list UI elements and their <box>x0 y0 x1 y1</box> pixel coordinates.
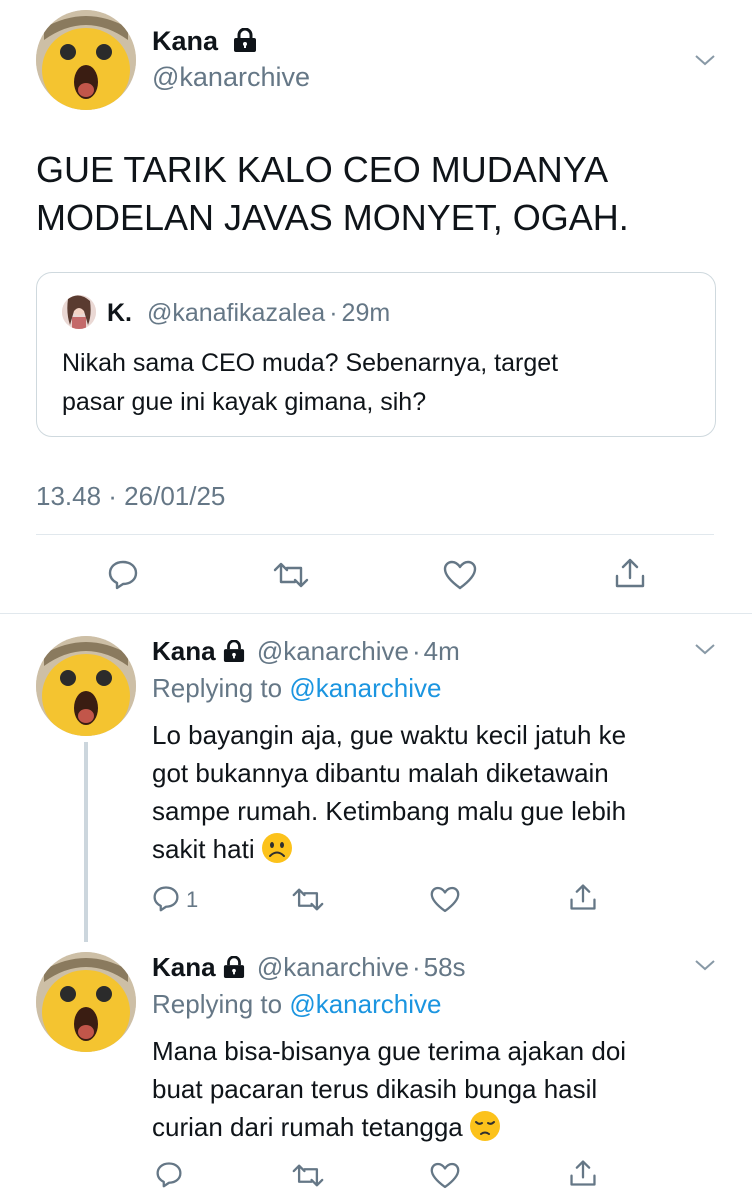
pensive-face-emoji <box>469 1110 501 1152</box>
quote-separator: · <box>329 299 338 327</box>
reply-text-line: Mana bisa-bisanya gue terima ajakan doi <box>152 1036 627 1066</box>
like-icon[interactable] <box>430 886 460 913</box>
author-handle[interactable]: @kanarchive <box>152 62 310 93</box>
reply-text: Mana bisa-bisanya gue terima ajakan doi … <box>152 1032 626 1152</box>
replying-to-prefix: Replying to <box>152 673 290 703</box>
reply-text-line: sampe rumah. Ketimbang malu gue lebih <box>152 796 627 826</box>
quote-text-line: Nikah sama CEO muda? Sebenarnya, target <box>62 349 559 377</box>
author-handle[interactable]: @kanarchive <box>257 636 409 666</box>
author-name[interactable]: Kana <box>152 952 216 982</box>
quote-avatar <box>62 295 96 329</box>
retweet-icon[interactable] <box>292 1162 324 1189</box>
frowning-face-emoji <box>261 832 293 874</box>
share-icon[interactable] <box>568 882 598 912</box>
tweet-text-line: GUE TARIK KALO CEO MUDANYA <box>36 149 609 190</box>
avatar[interactable] <box>36 952 136 1052</box>
author-name[interactable]: Kana <box>152 636 216 666</box>
share-icon[interactable] <box>613 556 647 590</box>
like-icon[interactable] <box>443 560 477 590</box>
chevron-down-icon[interactable] <box>694 53 716 72</box>
chevron-down-icon[interactable] <box>694 642 716 661</box>
separator: · <box>411 636 421 666</box>
share-icon[interactable] <box>568 1158 598 1188</box>
reply-time[interactable]: 58s <box>424 952 466 982</box>
reply-icon[interactable] <box>107 558 139 590</box>
reply-text-last-line: curian dari rumah tetangga <box>152 1108 626 1152</box>
author-handle[interactable]: @kanarchive <box>257 952 409 982</box>
author-name-text: Kana <box>152 26 219 56</box>
reply-text-line: Lo bayangin aja, gue waktu kecil jatuh k… <box>152 720 627 750</box>
reply-text-line: curian dari rumah tetangga <box>152 1112 463 1142</box>
retweet-icon[interactable] <box>273 560 309 590</box>
author-name[interactable]: Kana <box>152 26 258 59</box>
quote-text: Nikah sama CEO muda? Sebenarnya, target … <box>62 344 558 422</box>
lock-icon <box>232 27 258 59</box>
reply-icon[interactable] <box>152 884 180 912</box>
tweet-text-line: MODELAN JAVAS MONYET, OGAH. <box>36 197 629 238</box>
divider <box>36 534 714 535</box>
tweet-timestamp[interactable]: 13.48 · 26/01/25 <box>36 481 225 512</box>
separator: · <box>411 952 421 982</box>
reply-header: Kana @kanarchive · 4m <box>152 636 460 669</box>
retweet-icon[interactable] <box>292 886 324 913</box>
reply-text: Lo bayangin aja, gue waktu kecil jatuh k… <box>152 716 626 874</box>
lock-icon <box>222 954 246 985</box>
replying-to: Replying to @kanarchive <box>152 673 441 704</box>
quote-text-line: pasar gue ini kayak gimana, sih? <box>62 388 427 416</box>
replying-to-link[interactable]: @kanarchive <box>289 673 441 703</box>
reply-text-line: sakit hati <box>152 834 255 864</box>
reply-text-line: got bukannya dibantu malah diketawain <box>152 758 609 788</box>
reply-count: 1 <box>186 887 199 912</box>
avatar[interactable] <box>36 10 136 110</box>
like-icon[interactable] <box>430 1162 460 1189</box>
reply-header: Kana @kanarchive · 58s <box>152 952 466 985</box>
quote-author-name: K. <box>107 299 132 327</box>
avatar[interactable] <box>36 636 136 736</box>
reply-icon[interactable] <box>155 1160 183 1188</box>
reply-text-last-line: sakit hati <box>152 830 626 874</box>
reply-text-line: buat pacaran terus dikasih bunga hasil <box>152 1074 598 1104</box>
reply-time[interactable]: 4m <box>424 636 460 666</box>
tweet-text: GUE TARIK KALO CEO MUDANYA MODELAN JAVAS… <box>36 146 629 242</box>
lock-icon <box>222 638 246 669</box>
replying-to-prefix: Replying to <box>152 989 290 1019</box>
quote-header: K. @kanafikazalea · 29m <box>107 299 390 328</box>
quote-time: 29m <box>341 299 391 327</box>
section-divider <box>0 613 752 614</box>
replying-to-link[interactable]: @kanarchive <box>289 989 441 1019</box>
quote-author-handle: @kanafikazalea <box>146 299 326 327</box>
quoted-tweet[interactable]: K. @kanafikazalea · 29m Nikah sama CEO mud… <box>36 272 716 437</box>
replying-to: Replying to @kanarchive <box>152 989 441 1020</box>
chevron-down-icon[interactable] <box>694 958 716 977</box>
thread-line <box>84 742 88 942</box>
